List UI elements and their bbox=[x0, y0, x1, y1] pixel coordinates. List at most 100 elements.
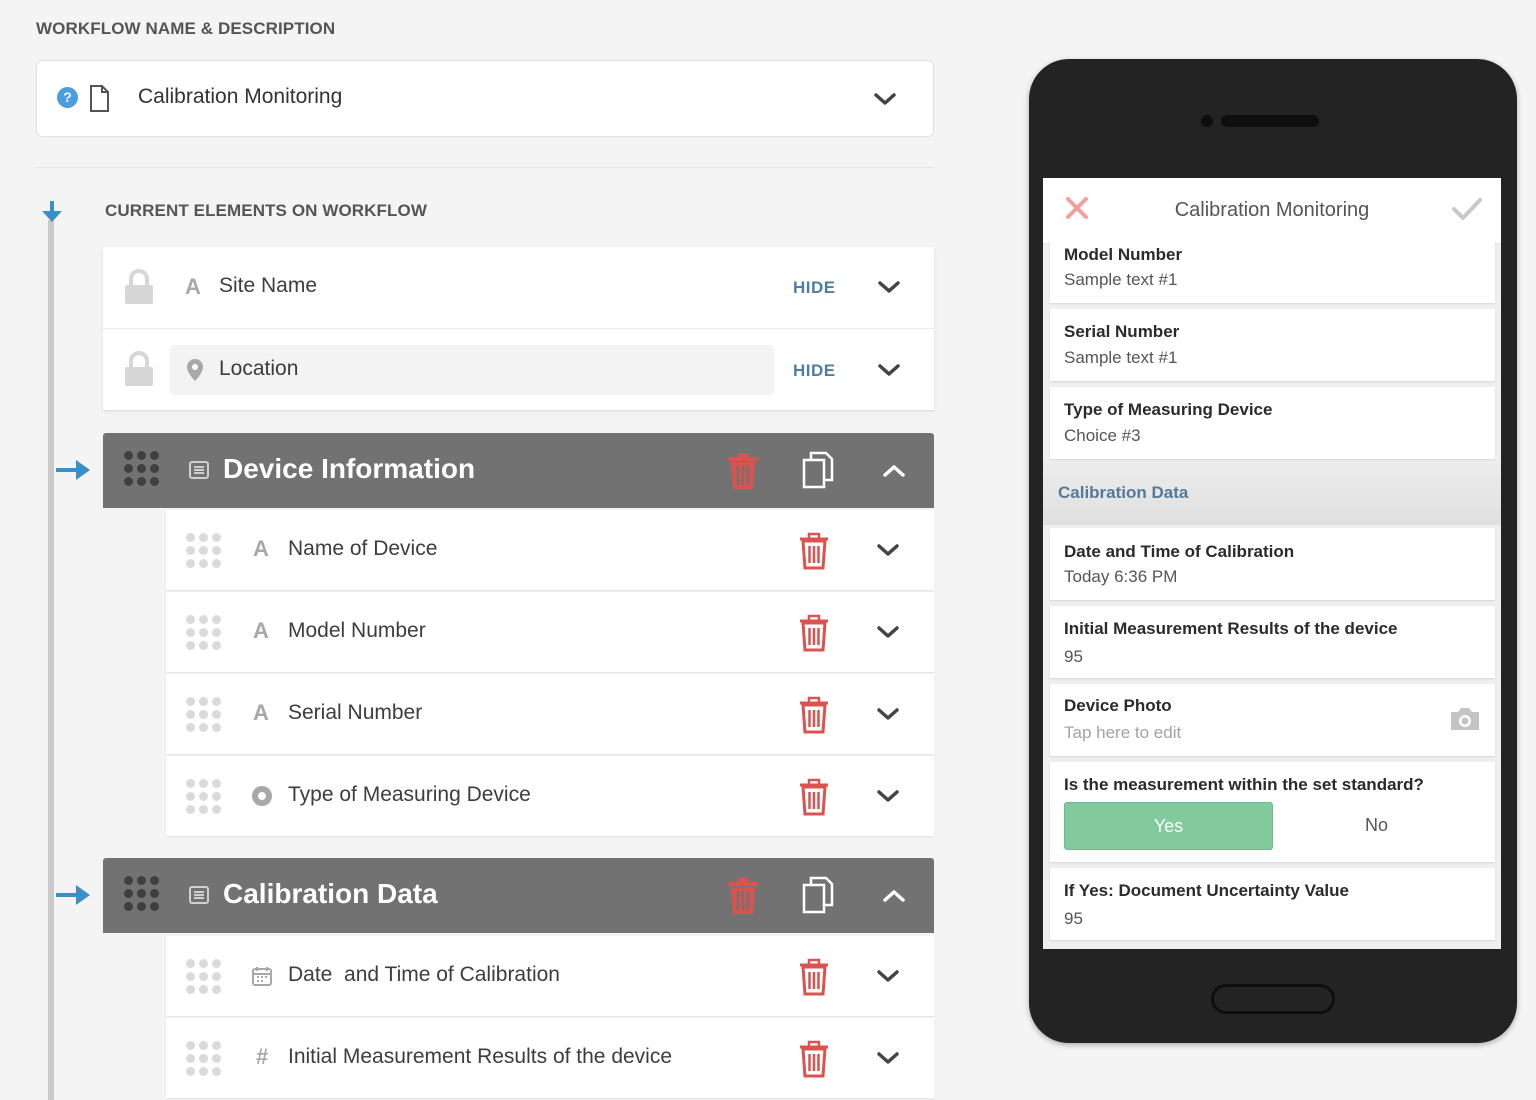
item-label: Type of Measuring Device bbox=[288, 783, 531, 806]
preview-header: Calibration Monitoring bbox=[1043, 178, 1501, 244]
drag-handle-icon[interactable] bbox=[124, 451, 159, 486]
drag-handle-icon[interactable] bbox=[186, 959, 221, 994]
text-A-icon: A bbox=[185, 274, 201, 299]
lock-icon bbox=[125, 269, 153, 304]
trash-icon[interactable] bbox=[798, 532, 830, 570]
check-icon[interactable] bbox=[1451, 197, 1483, 221]
chevron-down-icon[interactable] bbox=[874, 540, 902, 560]
preview-field-value: Sample text #1 bbox=[1064, 270, 1178, 289]
map-pin-icon bbox=[187, 359, 203, 381]
drag-handle-icon[interactable] bbox=[186, 697, 221, 732]
drag-handle-icon[interactable] bbox=[186, 533, 221, 568]
chevron-up-icon[interactable] bbox=[880, 886, 908, 906]
list-item[interactable]: # Initial Measurement Results of the dev… bbox=[166, 1018, 934, 1098]
divider bbox=[36, 167, 934, 168]
chevron-down-icon[interactable] bbox=[874, 1048, 902, 1068]
preview-field-value: Today 6:36 PM bbox=[1064, 567, 1178, 586]
help-icon[interactable]: ? bbox=[57, 87, 78, 108]
preview-field-label: Date and Time of Calibration bbox=[1064, 542, 1295, 561]
trash-icon[interactable] bbox=[798, 696, 830, 734]
arrow-down-icon bbox=[42, 201, 62, 222]
list-item[interactable]: A Name of Device bbox=[166, 510, 934, 590]
trash-icon[interactable] bbox=[798, 1040, 830, 1078]
fixed-fields-card: A Site Name HIDE Location HIDE bbox=[103, 247, 934, 410]
radio-icon bbox=[252, 786, 272, 806]
no-button[interactable]: No bbox=[1272, 802, 1481, 850]
preview-field-card[interactable]: If Yes: Document Uncertainty Value 95 bbox=[1050, 868, 1495, 940]
calendar-icon bbox=[252, 967, 272, 986]
preview-field-value: Sample text #1 bbox=[1064, 348, 1178, 367]
workflow-name: Calibration Monitoring bbox=[138, 85, 343, 108]
list-item[interactable]: A Serial Number bbox=[166, 674, 934, 754]
preview-photo-card[interactable]: Device Photo Tap here to edit bbox=[1050, 684, 1495, 756]
preview-section-header: Calibration Data bbox=[1043, 461, 1501, 525]
section-bar-calibration-data[interactable]: Calibration Data bbox=[103, 858, 934, 933]
preview-field-label: If Yes: Document Uncertainty Value bbox=[1064, 881, 1349, 900]
copy-icon[interactable] bbox=[801, 451, 835, 489]
trash-icon[interactable] bbox=[727, 452, 759, 490]
phone-camera bbox=[1201, 115, 1213, 127]
drag-handle-icon[interactable] bbox=[186, 1041, 221, 1076]
drag-handle-icon[interactable] bbox=[186, 615, 221, 650]
chevron-down-icon[interactable] bbox=[874, 622, 902, 642]
drag-handle-icon[interactable] bbox=[124, 876, 159, 911]
hide-button[interactable]: HIDE bbox=[793, 361, 836, 381]
field-label: Location bbox=[219, 357, 299, 380]
preview-field-value: Choice #3 bbox=[1064, 426, 1141, 445]
chevron-down-icon[interactable] bbox=[874, 966, 902, 986]
preview-field-card[interactable]: Date and Time of Calibration Today 6:36 … bbox=[1050, 528, 1495, 600]
chevron-down-icon[interactable] bbox=[875, 360, 903, 380]
camera-icon[interactable] bbox=[1449, 706, 1481, 732]
section-title: Device Information bbox=[223, 453, 476, 484]
text-A-icon: A bbox=[253, 700, 269, 725]
chevron-down-icon[interactable] bbox=[874, 704, 902, 724]
preview-field-card[interactable]: Serial Number Sample text #1 bbox=[1050, 309, 1495, 381]
list-item[interactable]: Type of Measuring Device bbox=[166, 756, 934, 836]
preview-field-card[interactable]: Model Number Sample text #1 bbox=[1050, 237, 1495, 303]
arrow-right-icon bbox=[56, 885, 90, 905]
item-label: Model Number bbox=[288, 619, 426, 642]
elements-section-title: CURRENT ELEMENTS ON WORKFLOW bbox=[105, 201, 427, 220]
preview-field-value: 95 bbox=[1064, 647, 1083, 666]
trash-icon[interactable] bbox=[798, 958, 830, 996]
hide-button[interactable]: HIDE bbox=[793, 278, 836, 298]
trash-icon[interactable] bbox=[798, 778, 830, 816]
preview-field-hint: Tap here to edit bbox=[1064, 723, 1182, 742]
preview-field-label: Initial Measurement Results of the devic… bbox=[1064, 619, 1398, 638]
preview-field-card[interactable]: Initial Measurement Results of the devic… bbox=[1050, 606, 1495, 678]
workflow-section-title: WORKFLOW NAME & DESCRIPTION bbox=[36, 19, 336, 38]
timeline-line bbox=[48, 220, 54, 1100]
trash-icon[interactable] bbox=[727, 877, 759, 915]
drag-handle-icon[interactable] bbox=[186, 779, 221, 814]
section-title: Calibration Data bbox=[223, 878, 438, 909]
item-label: Date and Time of Calibration bbox=[288, 963, 560, 986]
item-label: Name of Device bbox=[288, 537, 438, 560]
preview-field-value: 95 bbox=[1064, 909, 1083, 928]
yes-button[interactable]: Yes bbox=[1064, 802, 1273, 850]
workflow-name-card[interactable]: ? Calibration Monitoring bbox=[36, 60, 934, 137]
preview-field-card[interactable]: Type of Measuring Device Choice #3 bbox=[1050, 387, 1495, 459]
chevron-down-icon[interactable] bbox=[875, 277, 903, 297]
list-item[interactable]: Date and Time of Calibration bbox=[166, 936, 934, 1016]
phone-speaker bbox=[1221, 115, 1319, 127]
chevron-up-icon[interactable] bbox=[880, 461, 908, 481]
copy-icon[interactable] bbox=[801, 876, 835, 914]
list-item[interactable]: A Model Number bbox=[166, 592, 934, 672]
section-list-icon bbox=[189, 461, 209, 479]
preview-field-label: Serial Number bbox=[1064, 322, 1180, 341]
chevron-down-icon[interactable] bbox=[871, 89, 899, 109]
preview-field-label: Type of Measuring Device bbox=[1064, 400, 1273, 419]
document-icon bbox=[90, 85, 109, 112]
fixed-field-row-location[interactable]: Location HIDE bbox=[103, 328, 934, 409]
preview-title: Calibration Monitoring bbox=[1174, 199, 1370, 221]
phone-home-button bbox=[1211, 984, 1335, 1014]
preview-field-label: Is the measurement within the set standa… bbox=[1064, 775, 1424, 794]
chevron-down-icon[interactable] bbox=[874, 786, 902, 806]
phone-screen: Calibration Monitoring Model Number Samp… bbox=[1043, 178, 1501, 949]
fixed-field-row-site-name[interactable]: A Site Name HIDE bbox=[103, 247, 934, 328]
section-bar-device-information[interactable]: Device Information bbox=[103, 433, 934, 508]
field-label: Site Name bbox=[219, 274, 318, 297]
trash-icon[interactable] bbox=[798, 614, 830, 652]
arrow-right-icon bbox=[56, 460, 90, 480]
preview-field-label: Device Photo bbox=[1064, 696, 1172, 715]
